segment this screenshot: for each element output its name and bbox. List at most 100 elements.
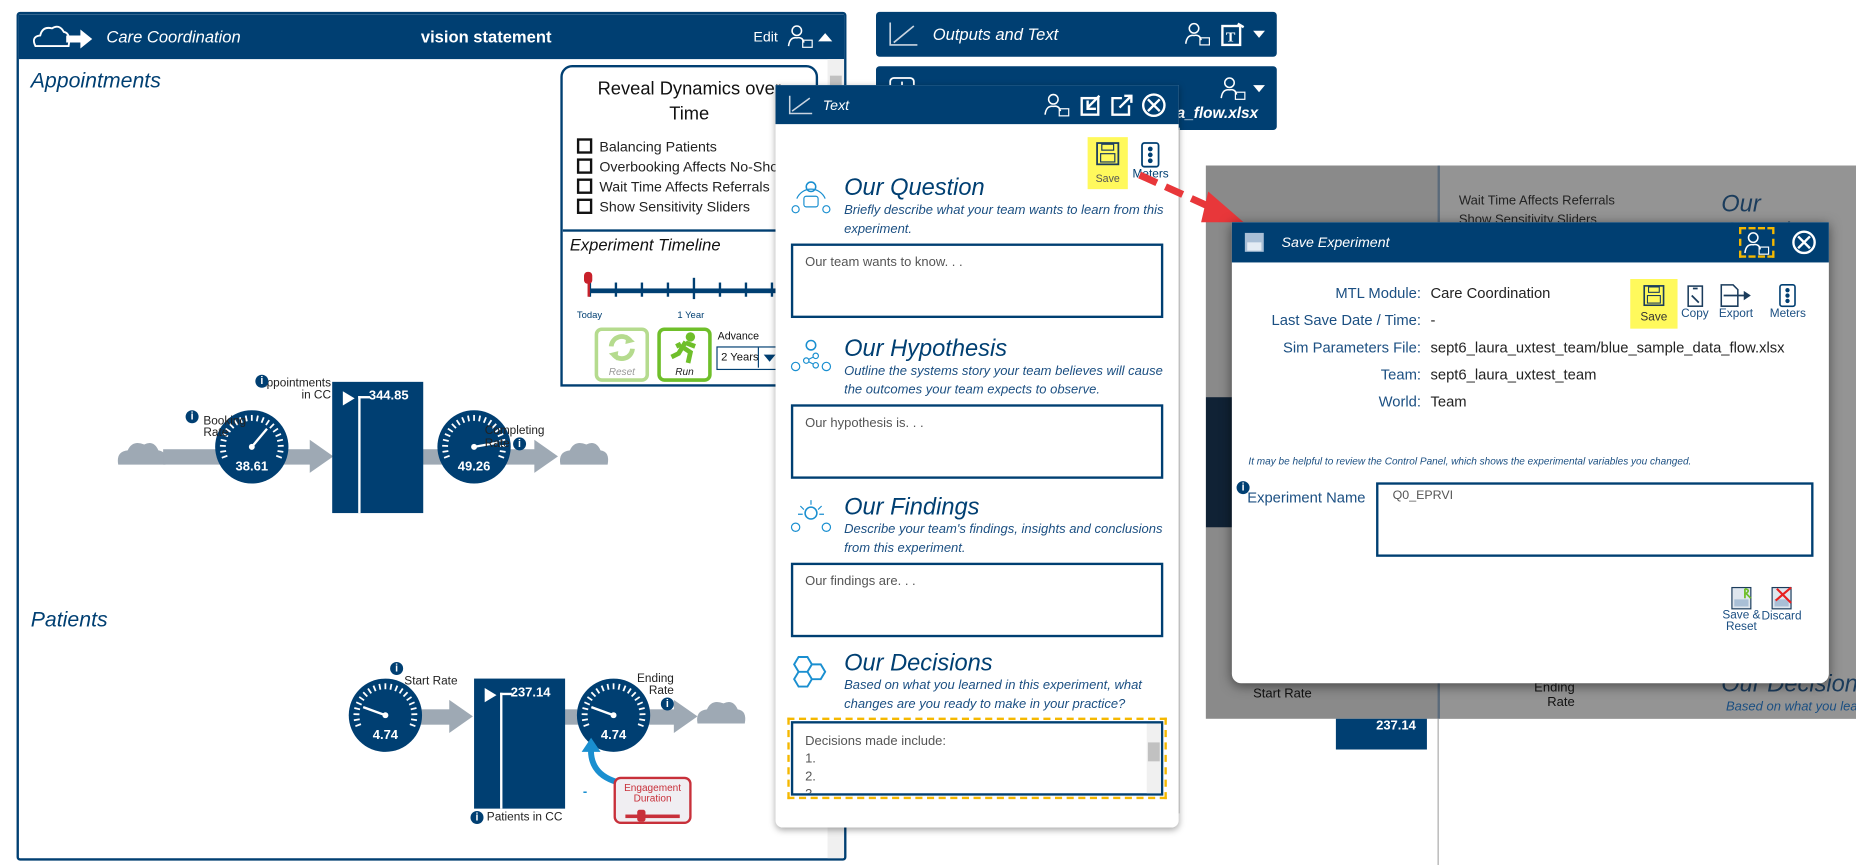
slider-handle[interactable] <box>637 809 646 822</box>
ending-rate-label: Ending Ratei <box>637 672 674 711</box>
stock-label: i Patients in CC <box>470 810 577 824</box>
copy-icon <box>1687 285 1703 307</box>
section-title: Our Decisions <box>844 650 993 677</box>
dropdown-caret-icon[interactable] <box>1253 85 1265 93</box>
text-box-icon[interactable]: T <box>1220 21 1246 47</box>
section-textarea[interactable]: Our findings are. . . <box>790 562 1164 638</box>
timeline-tick <box>614 282 618 297</box>
close-icon[interactable] <box>1141 92 1167 118</box>
info-icon[interactable]: i <box>185 410 199 424</box>
export-button[interactable]: Export <box>1719 284 1753 320</box>
experiment-name-input[interactable]: Q0_EPRVI <box>1376 482 1814 557</box>
user-screen-button[interactable] <box>1739 226 1775 258</box>
stock-value: 237.14 <box>510 685 551 700</box>
text-panel: Text Save Meters Our Question Briefly de… <box>775 85 1179 828</box>
dialog-hint: It may be helpful to review the Control … <box>1248 455 1692 467</box>
backdrop-text: Start Rate <box>1253 686 1312 702</box>
gauge-value: 4.74 <box>373 727 399 742</box>
backdrop-lower: 237.14 <box>1206 718 1856 865</box>
dialog-field: Sim Parameters File: sept6_laura_uxtest_t… <box>1283 339 1785 356</box>
stock-label: i Appointments in CC <box>255 374 331 402</box>
section-textarea[interactable]: Our hypothesis is. . . <box>790 404 1164 479</box>
running-person-icon <box>670 332 696 364</box>
meters-icon <box>1779 283 1797 308</box>
close-icon[interactable] <box>1791 229 1817 255</box>
source-cloud-icon <box>117 443 166 465</box>
refresh-icon <box>608 334 635 361</box>
save-and-reset-button[interactable]: Save & Reset <box>1721 586 1761 633</box>
section-title: Our Question <box>844 174 985 201</box>
timeline-tick <box>770 282 774 297</box>
checkbox[interactable] <box>576 158 593 174</box>
advance-label: Advance <box>717 329 760 342</box>
dock-icon[interactable] <box>1079 93 1103 117</box>
section-icon <box>790 339 832 372</box>
gauge-value: 38.61 <box>236 459 269 474</box>
backdrop-text: Wait Time Affects Referrals <box>1458 193 1615 209</box>
info-icon[interactable]: i <box>512 437 526 451</box>
stock-value: 344.85 <box>368 388 409 404</box>
discard-icon <box>1771 586 1792 610</box>
dialog-save-button[interactable]: Save <box>1630 278 1678 329</box>
section-icon <box>791 181 831 214</box>
pop-out-icon[interactable] <box>1110 93 1134 117</box>
section-textarea[interactable]: Decisions made include: 1. 2. 3. <box>787 717 1167 800</box>
stock-appointments-in-cc: 344.85 <box>332 381 424 514</box>
user-screen-icon[interactable] <box>1184 21 1211 47</box>
dropdown-caret-icon <box>763 354 776 362</box>
experiment-name-label: Experiment Name <box>1247 489 1366 506</box>
timeline-tick <box>718 282 722 297</box>
dropdown-caret-icon[interactable] <box>1253 30 1265 38</box>
completing-rate-label: Completing Rate i <box>484 424 545 451</box>
flow-arrow <box>309 439 334 473</box>
user-screen-icon[interactable] <box>1044 92 1070 118</box>
user-screen-icon <box>1744 232 1770 255</box>
feedback-polarity: - <box>582 784 588 800</box>
run-button[interactable]: Run <box>657 327 712 382</box>
start-rate-gauge[interactable]: 4.74 <box>348 678 423 752</box>
sink-cloud-icon <box>697 701 746 724</box>
checkbox[interactable] <box>576 138 593 154</box>
section-textarea[interactable]: Our team wants to know. . . <box>790 243 1164 319</box>
timeline-tick <box>640 282 644 297</box>
text-section: Our Hypothesis Outline the systems story… <box>776 336 1179 479</box>
user-screen-icon[interactable] <box>1220 76 1246 102</box>
info-icon[interactable]: i <box>390 662 404 676</box>
start-rate-label: i Start Rate <box>390 662 461 688</box>
discard-button[interactable]: Discard <box>1761 586 1802 623</box>
text-panel-title: Text <box>822 96 850 113</box>
info-icon[interactable]: i <box>470 810 484 824</box>
checkbox[interactable] <box>576 178 593 194</box>
dialog-field: Team: sept6_laura_uxtest_team <box>1380 366 1597 384</box>
tick-today: Today <box>576 309 603 321</box>
meters-button[interactable]: Meters <box>1770 283 1806 320</box>
section-icon <box>793 656 827 688</box>
info-icon[interactable]: i <box>255 374 269 388</box>
floppy-disk-icon <box>1096 142 1120 166</box>
scrollbar[interactable] <box>1146 723 1161 794</box>
copy-button[interactable]: Copy <box>1681 284 1709 320</box>
export-icon <box>1721 284 1752 307</box>
save-experiment-dialog: Save Experiment MTL Module: Care Coordina… <box>1231 222 1829 684</box>
engagement-duration-slider[interactable]: Engagement Duration <box>613 776 692 824</box>
backdrop-text: Ending Rate <box>1534 680 1575 710</box>
sim-file-name: ta_flow.xlsx <box>1171 104 1259 122</box>
sink-cloud-icon <box>559 443 609 465</box>
flow-arrow <box>673 699 698 733</box>
tick-1-year: 1 Year <box>677 309 705 321</box>
dialog-field: World: Team <box>1378 393 1467 411</box>
stock-patients-in-cc: 237.14 <box>474 678 566 809</box>
reset-button[interactable]: Reset <box>594 327 650 382</box>
floppy-disk-icon <box>1643 285 1665 307</box>
flow-arrow <box>449 699 473 733</box>
save-reset-icon <box>1731 586 1752 610</box>
info-icon[interactable]: i <box>660 697 674 711</box>
outputs-and-text-header[interactable]: Outputs and Text T <box>876 11 1277 57</box>
chart-icon <box>788 95 813 114</box>
svg-text:T: T <box>1226 29 1236 45</box>
checkbox[interactable] <box>576 198 593 214</box>
dialog-title: Save Experiment <box>1281 234 1390 251</box>
section-description: Outline the systems story your team beli… <box>844 364 1163 398</box>
chart-icon <box>889 22 918 46</box>
timeline-tick <box>692 277 696 300</box>
